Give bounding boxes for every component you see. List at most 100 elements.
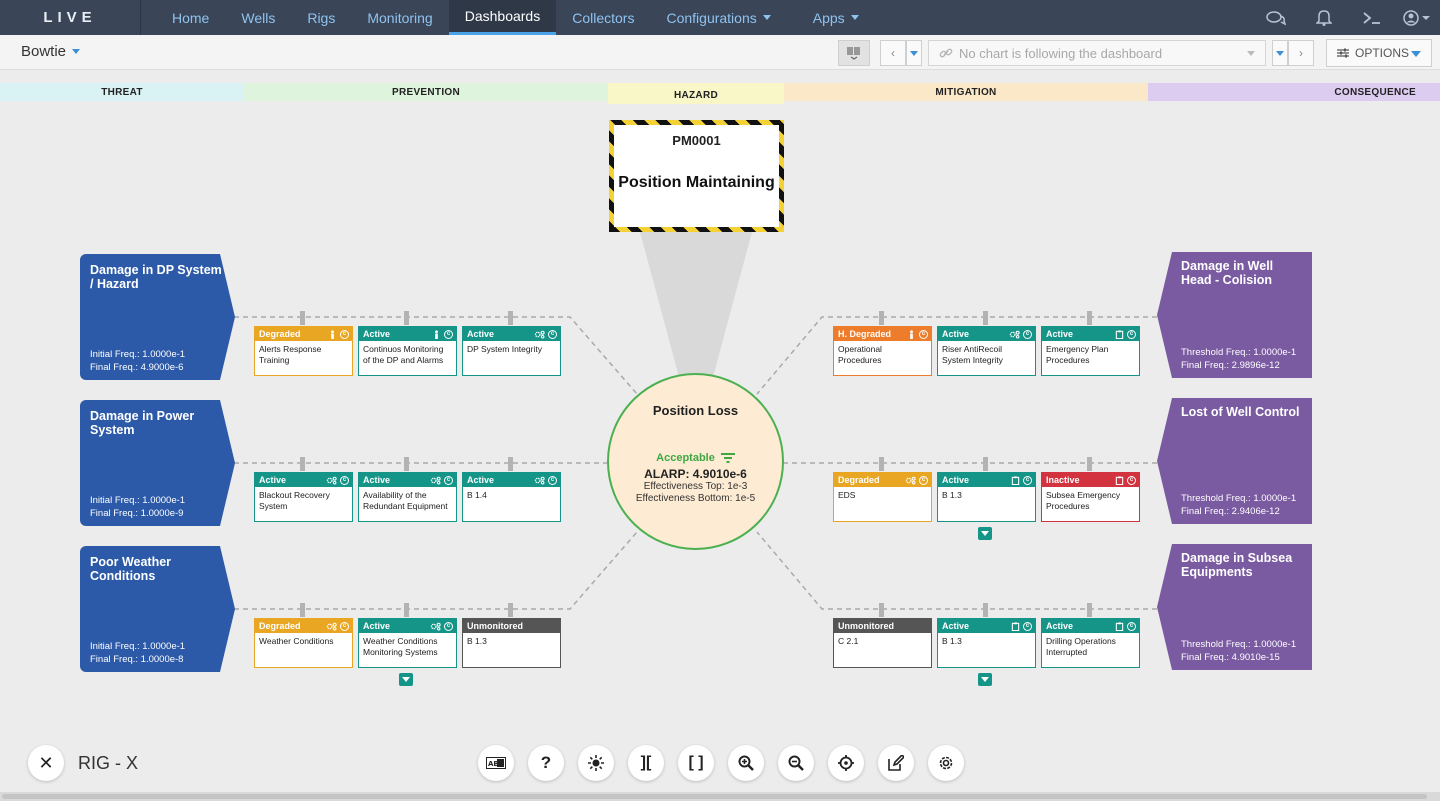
barrier-label: Blackout Recovery System: [259, 490, 330, 511]
top-event-circle[interactable]: Position Loss Acceptable ALARP: 4.9010e-…: [607, 373, 784, 550]
barrier-status: Active: [467, 475, 495, 485]
nav-wells[interactable]: Wells: [225, 0, 291, 35]
nav-home[interactable]: Home: [141, 0, 225, 35]
scrollbar-thumb[interactable]: [2, 794, 1427, 799]
hazard-card-inner: PM0001 Position Maintaining: [614, 125, 779, 227]
consequence-threshold-freq: Threshold Freq.: 1.0000e-1: [1181, 347, 1297, 358]
prevention-barrier-card[interactable]: Degraded c Alerts Response Training: [254, 326, 353, 376]
help-button[interactable]: ?: [528, 745, 564, 781]
chart-follow-select[interactable]: No chart is following the dashboard: [928, 40, 1266, 66]
brightness-button[interactable]: [578, 745, 614, 781]
clipboard-icon: [1011, 621, 1020, 631]
barrier-label: EDS: [838, 490, 856, 500]
barrier-status: Active: [942, 329, 970, 339]
control-circle-icon: c: [919, 329, 928, 339]
consequence-card[interactable]: Lost of Well Control Threshold Freq.: 1.…: [1157, 398, 1312, 524]
nav-dashboards[interactable]: Dashboards: [448, 0, 557, 35]
mitigation-barrier-card[interactable]: H. Degraded c Operational Procedures: [833, 326, 932, 376]
control-circle-icon: c: [444, 475, 453, 485]
prevention-barrier-card[interactable]: Degraded c Weather Conditions: [254, 618, 353, 668]
mitigation-barrier-card[interactable]: Active c B 1.3: [937, 618, 1036, 668]
mitigation-barrier-card[interactable]: Active c Drilling Operations Interrupted: [1041, 618, 1140, 668]
next-dropdown-button[interactable]: [1272, 40, 1288, 66]
threat-card[interactable]: Poor Weather Conditions Initial Freq.: 1…: [80, 546, 235, 672]
prevention-barrier-card[interactable]: Active c Availability of the Redundant Equ…: [358, 472, 457, 522]
prevention-barrier-card[interactable]: Active c B 1.4: [462, 472, 561, 522]
prev-chart-button[interactable]: ‹: [880, 40, 906, 66]
next-chart-button[interactable]: ›: [1288, 40, 1314, 66]
consequence-threshold-freq: Threshold Freq.: 1.0000e-1: [1181, 639, 1297, 650]
prevention-barrier-card[interactable]: Active c DP System Integrity: [462, 326, 561, 376]
mitigation-barrier-card[interactable]: Active c Emergency Plan Procedures: [1041, 326, 1140, 376]
threat-card[interactable]: Damage in DP System / Hazard Initial Fre…: [80, 254, 235, 380]
hazard-card[interactable]: PM0001 Position Maintaining: [609, 120, 784, 232]
consequence-title: Damage in Subsea Equipments: [1181, 551, 1293, 579]
mitigation-barrier-card[interactable]: Degraded c EDS: [833, 472, 932, 522]
edit-button[interactable]: [878, 745, 914, 781]
top-event-status-label: Acceptable: [656, 452, 715, 464]
nav-monitoring[interactable]: Monitoring: [351, 0, 448, 35]
hazard-code: PM0001: [672, 133, 721, 148]
expand-barriers-button[interactable]: [978, 673, 992, 686]
barrier-icons: c: [534, 329, 557, 339]
control-circle-icon: c: [444, 329, 453, 339]
barrier-status: Active: [363, 621, 391, 631]
app-logo[interactable]: LIVE: [0, 0, 141, 35]
barrier-status-header: Active c: [1042, 619, 1139, 633]
nav-apps[interactable]: Apps: [797, 0, 875, 35]
expand-button[interactable]: [ ]: [678, 745, 714, 781]
barrier-icons: c: [1011, 621, 1032, 631]
threat-title: Damage in DP System / Hazard: [90, 263, 222, 291]
prevention-barrier-card[interactable]: Active c Blackout Recovery System: [254, 472, 353, 522]
mitigation-barrier-card[interactable]: Unmonitored C 2.1: [833, 618, 932, 668]
horizontal-scrollbar[interactable]: [0, 792, 1440, 801]
prev-dropdown-button[interactable]: [906, 40, 922, 66]
consequence-card[interactable]: Damage in Well Head - Colision Threshold…: [1157, 252, 1312, 378]
expand-barriers-button[interactable]: [978, 527, 992, 540]
prevention-barrier-card[interactable]: Active c Weather Conditions Monitoring Sys…: [358, 618, 457, 668]
control-circle-icon: c: [548, 475, 557, 485]
barrier-status-header: Active c: [938, 327, 1035, 341]
link-icon: [939, 48, 953, 58]
collapse-button[interactable]: ][: [628, 745, 664, 781]
nav-configurations[interactable]: Configurations: [650, 0, 786, 35]
barrier-icons: c: [432, 329, 453, 339]
terminal-icon[interactable]: [1348, 0, 1396, 35]
nav-rigs[interactable]: Rigs: [291, 0, 351, 35]
gears-icon: [534, 330, 545, 339]
barrier-icons: c: [905, 475, 928, 485]
label-toggle-button[interactable]: AB: [478, 745, 514, 781]
center-button[interactable]: [828, 745, 864, 781]
threat-card[interactable]: Damage in Power System Initial Freq.: 1.…: [80, 400, 235, 526]
chat-icon[interactable]: [1252, 0, 1300, 35]
close-button[interactable]: ✕: [28, 745, 64, 781]
expand-barriers-button[interactable]: [399, 673, 413, 686]
settings-button[interactable]: [928, 745, 964, 781]
chevron-down-icon: [1247, 51, 1255, 56]
mitigation-barrier-card[interactable]: Active c Riser AntiRecoil System Integrity: [937, 326, 1036, 376]
prevention-barrier-card[interactable]: Unmonitored B 1.3: [462, 618, 561, 668]
dashboard-title[interactable]: Bowtie: [21, 43, 81, 60]
nav-collectors[interactable]: Collectors: [556, 0, 650, 35]
category-prevention: PREVENTION: [244, 83, 608, 101]
bell-icon[interactable]: [1300, 0, 1348, 35]
clipboard-icon: [1115, 329, 1124, 339]
consequence-card[interactable]: Damage in Subsea Equipments Threshold Fr…: [1157, 544, 1312, 670]
clipboard-icon: [1011, 475, 1020, 485]
zoom-out-button[interactable]: [778, 745, 814, 781]
zoom-in-button[interactable]: [728, 745, 764, 781]
barrier-label: Emergency Plan Procedures: [1046, 344, 1109, 365]
barrier-status: Unmonitored: [838, 621, 894, 631]
barcode-button[interactable]: [838, 40, 870, 66]
user-avatar-icon[interactable]: [1396, 0, 1440, 35]
gears-icon: [905, 476, 916, 485]
prevention-barrier-card[interactable]: Active c Continuos Monitoring of the DP an…: [358, 326, 457, 376]
mitigation-barrier-card[interactable]: Inactive c Subsea Emergency Procedures: [1041, 472, 1140, 522]
person-icon: [432, 329, 441, 339]
options-button[interactable]: OPTIONS: [1326, 39, 1432, 67]
mitigation-barrier-card[interactable]: Active c B 1.3: [937, 472, 1036, 522]
barrier-status-header: Active c: [938, 473, 1035, 487]
threat-initial-freq: Initial Freq.: 1.0000e-1: [90, 495, 186, 506]
nav-monitoring-label: Monitoring: [367, 9, 433, 26]
barrier-status: Active: [363, 475, 391, 485]
